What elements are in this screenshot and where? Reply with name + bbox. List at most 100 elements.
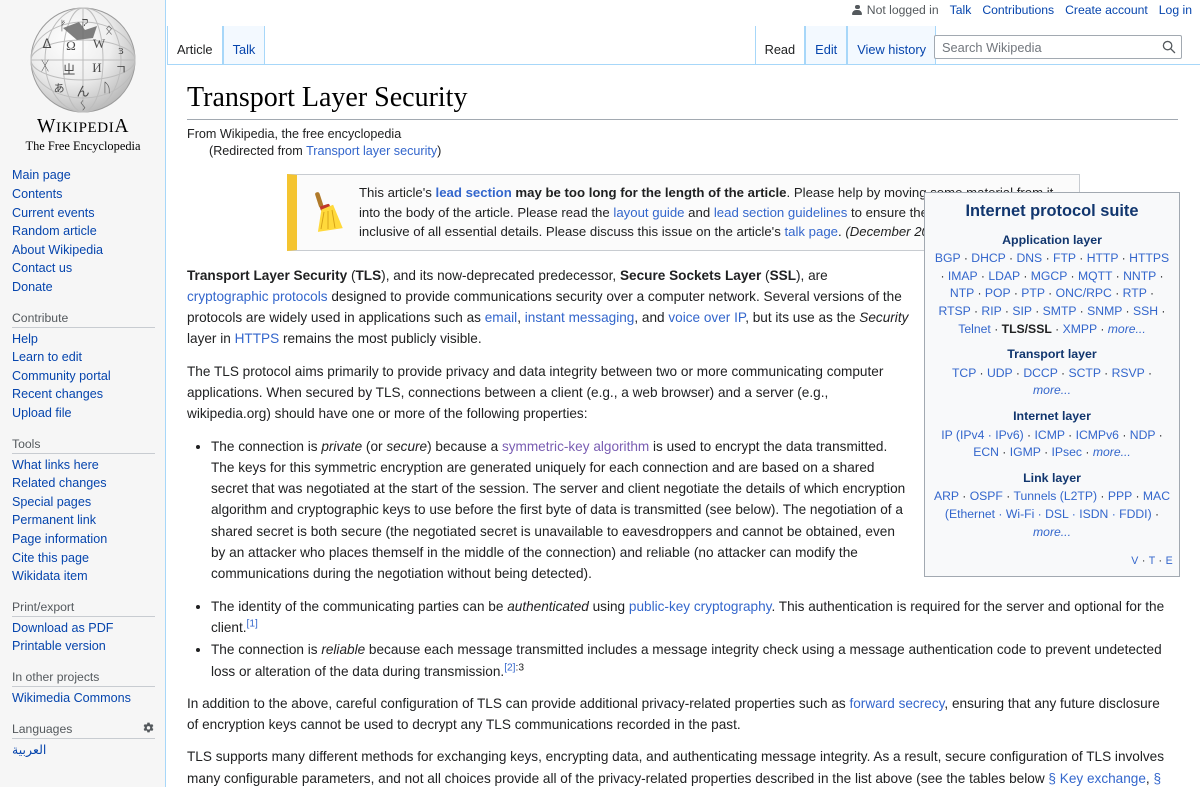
infobox-protocol-link[interactable]: RTP: [1123, 286, 1147, 300]
infobox-protocol-link[interactable]: POP: [985, 286, 1011, 300]
personal-link-contributions[interactable]: Contributions: [982, 3, 1054, 17]
sidebar-item-wikimedia-commons[interactable]: Wikimedia Commons: [12, 689, 157, 708]
search-input[interactable]: [934, 35, 1182, 59]
sidebar-link-learn-to-edit[interactable]: Learn to edit: [12, 350, 82, 364]
sidebar-link-download-as-pdf[interactable]: Download as PDF: [12, 621, 114, 635]
link-public-key-cryptography[interactable]: public-key cryptography: [629, 599, 772, 614]
sidebar-link-what-links-here[interactable]: What links here: [12, 458, 99, 472]
link-forward-secrecy[interactable]: forward secrecy: [849, 696, 944, 711]
sidebar-link-contents[interactable]: Contents: [12, 187, 62, 201]
link-symmetric-key-algorithm[interactable]: symmetric-key algorithm: [502, 439, 649, 454]
sidebar-item-community-portal[interactable]: Community portal: [12, 367, 157, 386]
sidebar-item-what-links-here[interactable]: What links here: [12, 456, 157, 475]
infobox-protocol-link[interactable]: DNS: [1016, 251, 1042, 265]
sidebar-item-permanent-link[interactable]: Permanent link: [12, 511, 157, 530]
infobox-protocol-link[interactable]: LDAP: [988, 269, 1020, 283]
infobox-protocol-link[interactable]: Telnet: [958, 322, 991, 336]
personal-link-talk[interactable]: Talk: [950, 3, 972, 17]
sidebar-item-upload-file[interactable]: Upload file: [12, 404, 157, 423]
reference-1[interactable]: [1]: [247, 618, 258, 629]
sidebar-item-help[interactable]: Help: [12, 330, 157, 349]
sidebar-item-language-arabic[interactable]: العربية: [12, 741, 157, 760]
sidebar-link-donate[interactable]: Donate: [12, 280, 53, 294]
sidebar-link-about-wikipedia[interactable]: About Wikipedia: [12, 243, 103, 257]
sidebar-item-learn-to-edit[interactable]: Learn to edit: [12, 348, 157, 367]
infobox-more-link[interactable]: more...: [1033, 383, 1071, 397]
sidebar-link-special-pages[interactable]: Special pages: [12, 495, 91, 509]
infobox-protocol-link[interactable]: TCP: [952, 366, 976, 380]
tab-talk[interactable]: Talk: [222, 26, 266, 65]
ambox-lead-section-guidelines-link[interactable]: lead section guidelines: [714, 205, 847, 220]
sidebar-item-contents[interactable]: Contents: [12, 185, 157, 204]
sidebar-link-wikidata-item[interactable]: Wikidata item: [12, 569, 88, 583]
infobox-protocol-link[interactable]: DHCP: [971, 251, 1005, 265]
wikipedia-logo[interactable]: ᚠקᛟ ᐃΩW ɜᚷㄓ Иㄱぁ んᚢᛊ WIKIPEDIA The Free E…: [0, 0, 166, 154]
infobox-protocol-link[interactable]: RIP: [981, 304, 1001, 318]
infobox-protocol-link[interactable]: HTTPS: [1129, 251, 1169, 265]
link-email[interactable]: email: [485, 310, 517, 325]
infobox-protocol-link[interactable]: NTP: [950, 286, 974, 300]
infobox-protocol-link[interactable]: RTSP: [939, 304, 971, 318]
sidebar-item-about-wikipedia[interactable]: About Wikipedia: [12, 241, 157, 260]
sidebar-item-special-pages[interactable]: Special pages: [12, 493, 157, 512]
tab-article[interactable]: Article: [167, 26, 223, 65]
infobox-protocol-link[interactable]: RSVP: [1112, 366, 1145, 380]
infobox-protocol-link[interactable]: SCTP: [1068, 366, 1100, 380]
infobox-protocol-link[interactable]: SNMP: [1087, 304, 1122, 318]
sidebar-link-related-changes[interactable]: Related changes: [12, 476, 107, 490]
infobox-protocol-link[interactable]: MGCP: [1031, 269, 1067, 283]
infobox-protocol-link[interactable]: ICMP: [1035, 428, 1065, 442]
tab-read[interactable]: Read: [754, 26, 806, 65]
infobox-view-link[interactable]: V: [1131, 555, 1138, 567]
sidebar-item-printable-version[interactable]: Printable version: [12, 637, 157, 656]
reference-2[interactable]: [2]:3: [504, 662, 524, 673]
infobox-more-link[interactable]: more...: [1108, 322, 1146, 336]
ambox-lead-section-link[interactable]: lead section: [436, 185, 512, 200]
sidebar-link-contact-us[interactable]: Contact us: [12, 261, 72, 275]
link-section-key-exchange[interactable]: § Key exchange: [1048, 771, 1146, 786]
infobox-protocol-link[interactable]: FTP: [1053, 251, 1076, 265]
sidebar-link-current-events[interactable]: Current events: [12, 206, 95, 220]
infobox-protocol-link[interactable]: XMPP: [1063, 322, 1097, 336]
infobox-edit-link[interactable]: E: [1166, 555, 1173, 567]
sidebar-item-related-changes[interactable]: Related changes: [12, 474, 157, 493]
sidebar-link-wikimedia-commons[interactable]: Wikimedia Commons: [12, 691, 131, 705]
infobox-protocol-link[interactable]: BGP: [935, 251, 961, 265]
ambox-layout-guide-link[interactable]: layout guide: [613, 205, 684, 220]
tab-view-history[interactable]: View history: [847, 26, 936, 65]
personal-link-log-in[interactable]: Log in: [1159, 3, 1192, 17]
redirect-source-link[interactable]: Transport layer security: [306, 144, 437, 158]
sidebar-item-current-events[interactable]: Current events: [12, 204, 157, 223]
sidebar-item-recent-changes[interactable]: Recent changes: [12, 385, 157, 404]
ambox-talk-page-link[interactable]: talk page: [784, 224, 838, 239]
infobox-more-link[interactable]: more...: [1033, 525, 1071, 539]
gear-icon[interactable]: [142, 722, 155, 735]
infobox-protocol-link[interactable]: TLS/SSL: [1002, 322, 1052, 336]
sidebar-item-page-information[interactable]: Page information: [12, 530, 157, 549]
infobox-protocol-link[interactable]: ONC/RPC: [1056, 286, 1112, 300]
sidebar-link-help[interactable]: Help: [12, 332, 38, 346]
sidebar-link-main-page[interactable]: Main page: [12, 168, 71, 182]
infobox-protocol-link[interactable]: IMAP: [948, 269, 978, 283]
sidebar-link-language-arabic[interactable]: العربية: [12, 743, 46, 757]
search-button[interactable]: [1157, 36, 1181, 58]
infobox-protocol-link[interactable]: PPP: [1108, 489, 1132, 503]
sidebar-item-random-article[interactable]: Random article: [12, 222, 157, 241]
infobox-protocol-link[interactable]: ARP: [934, 489, 959, 503]
sidebar-item-donate[interactable]: Donate: [12, 278, 157, 297]
infobox-protocol-link[interactable]: ECN: [973, 445, 999, 459]
link-https[interactable]: HTTPS: [235, 331, 280, 346]
sidebar-link-recent-changes[interactable]: Recent changes: [12, 387, 103, 401]
sidebar-link-permanent-link[interactable]: Permanent link: [12, 513, 96, 527]
infobox-protocol-link[interactable]: IP (IPv4 · IPv6): [941, 428, 1023, 442]
sidebar-link-community-portal[interactable]: Community portal: [12, 369, 111, 383]
sidebar-item-main-page[interactable]: Main page: [12, 166, 157, 185]
infobox-more-link[interactable]: more...: [1093, 445, 1131, 459]
sidebar-link-random-article[interactable]: Random article: [12, 224, 97, 238]
infobox-protocol-link[interactable]: NDP: [1130, 428, 1156, 442]
link-cryptographic-protocols[interactable]: cryptographic protocols: [187, 289, 328, 304]
sidebar-link-upload-file[interactable]: Upload file: [12, 406, 72, 420]
sidebar-link-cite-this-page[interactable]: Cite this page: [12, 551, 89, 565]
infobox-protocol-link[interactable]: MQTT: [1078, 269, 1112, 283]
infobox-protocol-link[interactable]: PTP: [1021, 286, 1044, 300]
